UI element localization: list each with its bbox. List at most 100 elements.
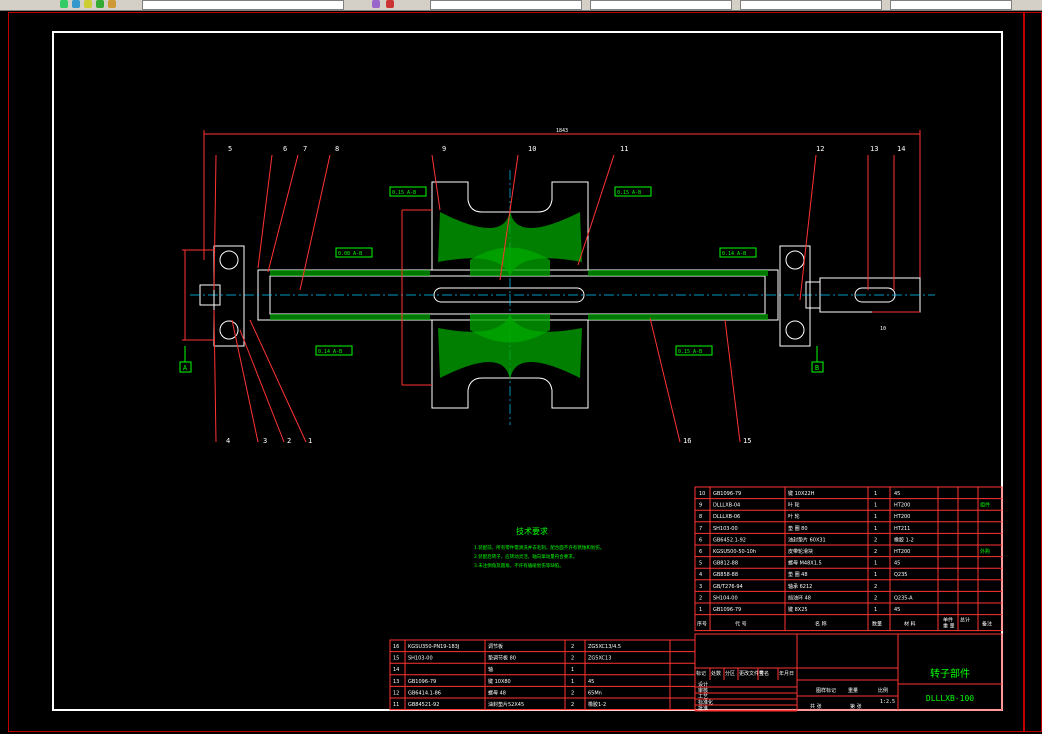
balloon-3: 3 <box>263 437 267 445</box>
bom-cell-name: 垫 圈 80 <box>788 525 808 532</box>
bom-extra-no: 14 <box>393 667 399 673</box>
bom-extra-qty: 2 <box>571 690 574 696</box>
bom-cell-qty: 1 <box>874 572 877 578</box>
bom-cell-qty: 2 <box>874 584 877 590</box>
notes-line-1: 1.装配前，所有零件需清洗并去毛刺，配合面不许有锈蚀和划伤。 <box>474 544 604 551</box>
bom-cell-code: KGSU500-50-10h <box>713 549 756 555</box>
bom-cell-name: 皮带轮滑块 <box>788 548 813 555</box>
stage-label: 图样标记 <box>816 687 836 694</box>
bom-header-no: 序号 <box>697 621 707 628</box>
bom-header-note: 备注 <box>982 621 992 628</box>
bom-cell-code: GB/T276-94 <box>713 584 743 590</box>
svg-text:0.14 A-B: 0.14 A-B <box>722 251 746 257</box>
sheet-label-2: 第 张 <box>850 703 862 710</box>
gdt-frame-1: 0.15 A-B <box>389 186 427 197</box>
bom-cell-mat: 45 <box>894 561 900 567</box>
bom-cell-qty: 2 <box>874 549 877 555</box>
bom-cell-code: GB858-88 <box>713 572 738 578</box>
datum-b: B <box>815 364 819 372</box>
gdt-frame-5: 0.14 A-B <box>315 345 353 356</box>
bom-extra-code: GB1096-79 <box>408 679 436 685</box>
bom-cell-note: 组件 <box>980 502 990 509</box>
bom-cell-code: SH104-00 <box>713 595 738 601</box>
svg-text:0.14 A-B: 0.14 A-B <box>318 349 342 355</box>
bom-extra-code: GB6414.1-86 <box>408 690 441 696</box>
bom-cell-qty: 1 <box>874 491 877 497</box>
bom-extra-name: 轴 <box>488 666 493 673</box>
bom-extra-name: 键 10X80 <box>488 678 511 685</box>
sheet-label: 共 张 <box>810 703 822 710</box>
bom-cell-name: 螺母 M48X1.5 <box>788 560 822 567</box>
bom-extra-qty: 1 <box>571 667 574 673</box>
balloon-5: 5 <box>228 145 232 153</box>
bom-cell-name: 叶 轮 <box>788 502 800 509</box>
bom-cell-name: 油封垫片 60X31 <box>788 536 826 543</box>
gdt-frame-6: 0.15 A-B <box>675 345 713 356</box>
bom-extra-qty: 2 <box>571 644 574 650</box>
bom-header-code: 代 号 <box>735 621 747 628</box>
bom-cell-name: 挡油环 48 <box>788 594 811 601</box>
balloon-6: 6 <box>283 145 287 153</box>
bom-extra-mat: 橡胶1-2 <box>588 701 606 708</box>
bom-extra-qty: 2 <box>571 702 574 708</box>
bom-cell-name: 轴承 6212 <box>788 583 812 590</box>
bearing-left <box>213 245 245 347</box>
bom-cell-no: 2 <box>699 595 702 601</box>
balloon-15: 15 <box>743 437 751 445</box>
bom-extra-name: 垫调节板 80 <box>488 655 516 662</box>
bom-extra-name: 油封垫片52X45 <box>488 701 524 708</box>
bom-extra-mat: ZG5XC13/4.5 <box>588 644 621 650</box>
notes-line-3: 3.未注倒角及圆角，不许有磕碰划伤等缺陷。 <box>474 562 564 569</box>
bom-cell-mat: 45 <box>894 607 900 613</box>
bom-cell-name: 叶 轮 <box>788 513 800 520</box>
balloon-16: 16 <box>683 437 691 445</box>
gdt-frame-3: 0.08 A-B <box>335 247 373 258</box>
bom-cell-no: 1 <box>699 607 702 613</box>
bom-cell-no: 5 <box>699 561 702 567</box>
bom-cell-mat: HT211 <box>894 526 910 532</box>
title-block: 转子部件 DLLLXB-100 图样标记 重量 比例 1:2.5 共 张 第 张… <box>694 633 1003 712</box>
bom-cell-mat: HT200 <box>894 549 910 555</box>
bom-cell-code: GB812-88 <box>713 561 738 567</box>
bom-cell-no: 8 <box>699 514 702 520</box>
drawing-code: DLLLXB-100 <box>926 694 974 703</box>
bom-cell-qty: 2 <box>874 595 877 601</box>
bom-extra-mat: 45 <box>588 679 594 685</box>
balloon-11: 11 <box>620 145 628 153</box>
titleblock-row-label: 分区 <box>725 670 735 677</box>
bom-cell-mat: Q235 <box>894 572 907 578</box>
bom-extra-no: 12 <box>393 690 399 696</box>
bom-cell-mat: 45 <box>894 491 900 497</box>
bom-cell-name: 键 10X22H <box>788 490 815 497</box>
bom-header-mat: 材 料 <box>904 621 916 628</box>
bom-cell-code: GB1096-79 <box>713 607 741 613</box>
scale-value: 1:2.5 <box>880 699 895 705</box>
bom-cell-name: 垫 圈 48 <box>788 571 808 578</box>
bom-extra-name: 螺母 48 <box>488 689 506 696</box>
bom-cell-no: 4 <box>699 572 702 578</box>
balloon-8: 8 <box>335 145 339 153</box>
gdt-frame-2: 0.15 A-B <box>614 186 652 197</box>
balloon-12: 12 <box>816 145 824 153</box>
bom-cell-code: GB6452.1-92 <box>713 537 746 543</box>
bom-cell-no: 3 <box>699 584 702 590</box>
datum-a: A <box>183 364 188 372</box>
bom-table: 10 GB1096-79 键 10X22H 1 459 DLLLXB-04 叶 轮 1 HT20… <box>694 486 1003 632</box>
cad-drawing: 1843 10 A B 0.15 A-B 0.15 A-B 0.08 A-B 0… <box>52 31 1003 712</box>
bom-extra-mat: 65Mn <box>588 690 602 696</box>
notes-title: 技术要求 <box>516 526 548 536</box>
bom-cell-qty: 1 <box>874 607 877 613</box>
titleblock-row-label: 标记 <box>696 670 706 677</box>
bom-cell-mat: Q235-A <box>894 595 913 601</box>
bom-extra-mat: ZG5XC13 <box>588 656 611 662</box>
svg-text:0.08 A-B: 0.08 A-B <box>338 251 362 257</box>
bom-extra-no: 13 <box>393 679 399 685</box>
bom-cell-note: 外购 <box>980 548 990 555</box>
bom-extra-no: 16 <box>393 644 399 650</box>
bom-cell-qty: 1 <box>874 561 877 567</box>
bom-cell-no: 6 <box>699 537 702 543</box>
bom-cell-name: 键 8X25 <box>788 606 808 613</box>
scale-label: 比例 <box>878 687 888 694</box>
bom-header-w2: 总计 <box>960 617 970 624</box>
gdt-frame-4: 0.14 A-B <box>719 247 757 258</box>
